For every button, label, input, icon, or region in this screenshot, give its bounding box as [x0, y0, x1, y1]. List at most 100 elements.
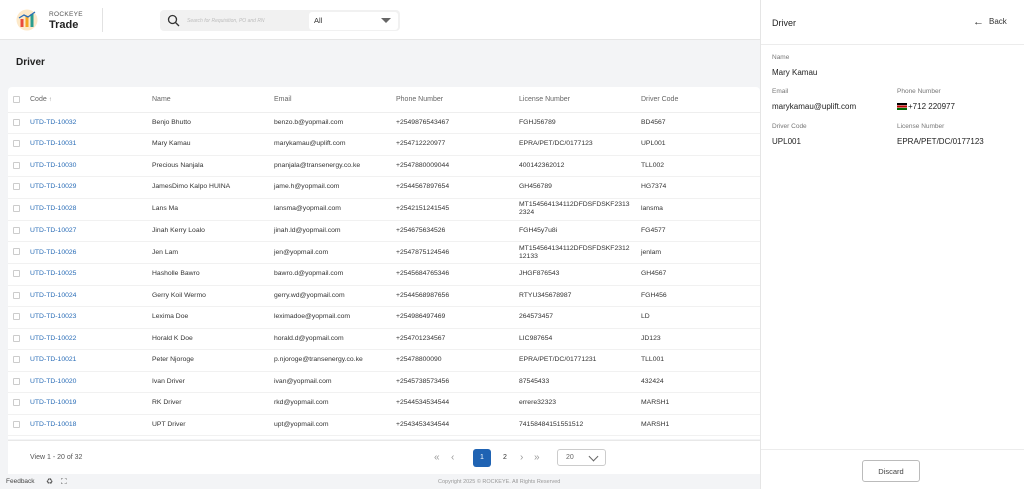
cell-license: EPRA/PET/DC/01771231 — [519, 349, 641, 372]
row-checkbox[interactable] — [13, 118, 20, 126]
row-checkbox[interactable] — [13, 270, 20, 278]
bottom-bar: Feedback ♻ ⛶ Copyright 2025 © ROCKEYE. A… — [0, 476, 760, 489]
search-filter-select[interactable]: All — [309, 12, 398, 30]
feedback-link[interactable]: Feedback — [6, 478, 35, 485]
cell-name: Precious Nanjala — [152, 155, 274, 177]
back-button[interactable]: ← Back — [973, 16, 1007, 28]
cell-name: Mary Kamau — [152, 133, 274, 156]
row-checkbox[interactable] — [13, 183, 20, 191]
row-checkbox[interactable] — [13, 356, 20, 364]
cell-code[interactable]: UTD-TD-10027 — [30, 220, 152, 242]
row-checkbox[interactable] — [13, 248, 20, 256]
table-row[interactable]: UTD-TD-10022 Horald K Doe horald.d@yopma… — [8, 328, 760, 350]
table-row[interactable]: UTD-TD-10030 Precious Nanjala pnanjala@t… — [8, 155, 760, 177]
select-all-checkbox[interactable] — [13, 95, 20, 103]
cell-code[interactable]: UTD-TD-10025 — [30, 263, 152, 286]
row-checkbox[interactable] — [13, 204, 20, 212]
table-header-row: Code ↑ Name Email Phone Number License N… — [8, 87, 760, 113]
row-checkbox[interactable] — [13, 399, 20, 407]
cell-phone: +2549876543467 — [396, 112, 519, 134]
cell-email: gerry.wd@yopmail.com — [274, 285, 396, 307]
page-size-select[interactable]: 20 — [557, 449, 606, 466]
cell-license: 264573457 — [519, 306, 641, 329]
cell-license-line: 2324 — [519, 209, 535, 216]
row-checkbox[interactable] — [13, 291, 20, 299]
cell-code[interactable]: UTD-TD-10018 — [30, 414, 152, 436]
page-1-button[interactable]: 1 — [473, 449, 491, 467]
fullscreen-icon[interactable]: ⛶ — [61, 477, 67, 487]
column-header-code[interactable]: Code ↑ — [30, 87, 152, 113]
first-page-icon[interactable]: « — [434, 452, 440, 463]
page-2-button[interactable]: 2 — [496, 449, 514, 467]
table-row[interactable]: UTD-TD-10027 Jinah Kerry Loalo jinah.ld@… — [8, 220, 760, 242]
cell-code[interactable]: UTD-TD-10030 — [30, 155, 152, 177]
email-label: Email — [772, 88, 789, 95]
table-row[interactable]: UTD-TD-10029 JamesDimo Kalpo HUINA jame.… — [8, 176, 760, 199]
table-row[interactable]: UTD-TD-10031 Mary Kamau marykamau@uplift… — [8, 133, 760, 156]
table-row[interactable]: UTD-TD-10020 Ivan Driver ivan@yopmail.co… — [8, 371, 760, 393]
column-header-name[interactable]: Name — [152, 87, 274, 113]
cell-code[interactable]: UTD-TD-10022 — [30, 328, 152, 350]
cell-code[interactable]: UTD-TD-10023 — [30, 306, 152, 329]
license-label: License Number — [897, 123, 945, 130]
search-input[interactable] — [187, 15, 307, 26]
cell-license-line: MT154564134112DFDSFDSKF2313 — [519, 201, 630, 208]
panel-header: Driver ← Back — [761, 0, 1024, 45]
cell-email: marykamau@uplift.com — [274, 133, 396, 156]
row-checkbox[interactable] — [13, 313, 20, 321]
table-row[interactable]: UTD-TD-10018 UPT Driver upt@yopmail.com … — [8, 414, 760, 436]
table-row[interactable]: UTD-TD-10024 Gerry Koil Wermo gerry.wd@y… — [8, 285, 760, 307]
table-row[interactable]: UTD-TD-10032 Benjo Bhutto benzo.b@yopmai… — [8, 112, 760, 134]
row-checkbox[interactable] — [13, 377, 20, 385]
row-checkbox[interactable] — [13, 226, 20, 234]
rockeye-logo-icon[interactable] — [16, 9, 38, 31]
table-row[interactable]: UTD-TD-10028 Lans Ma lansma@yopmail.com … — [8, 198, 760, 221]
cell-code[interactable]: UTD-TD-10026 — [30, 241, 152, 264]
kenya-flag-icon — [897, 103, 907, 110]
column-header-phone[interactable]: Phone Number — [396, 87, 519, 113]
cell-email: horald.d@yopmail.com — [274, 328, 396, 350]
cell-name: JamesDimo Kalpo HUINA — [152, 176, 274, 199]
cell-code[interactable]: UTD-TD-10029 — [30, 176, 152, 199]
cell-driver-code: jenlam — [641, 241, 760, 264]
cell-phone: +2544568987656 — [396, 285, 519, 307]
table-row[interactable]: UTD-TD-10021 Peter Njoroge p.njoroge@tra… — [8, 349, 760, 372]
cell-code[interactable]: UTD-TD-10019 — [30, 392, 152, 415]
next-page-icon[interactable]: › — [520, 452, 523, 463]
phone-number: +712 220977 — [908, 102, 955, 111]
cell-code[interactable]: UTD-TD-10031 — [30, 133, 152, 156]
cell-code[interactable]: UTD-TD-10021 — [30, 349, 152, 372]
cell-name: Horald K Doe — [152, 328, 274, 350]
cell-code[interactable]: UTD-TD-10032 — [30, 112, 152, 134]
cell-code[interactable]: UTD-TD-10020 — [30, 371, 152, 393]
cell-code[interactable]: UTD-TD-10028 — [30, 198, 152, 221]
cell-license: FGHJ56789 — [519, 112, 641, 134]
cell-code[interactable]: UTD-TD-10024 — [30, 285, 152, 307]
cell-name: Lans Ma — [152, 198, 274, 221]
cell-phone: +2547875124546 — [396, 241, 519, 264]
search-icon — [167, 14, 180, 27]
cell-email: lansma@yopmail.com — [274, 198, 396, 221]
refresh-icon[interactable]: ♻ — [46, 477, 53, 486]
cell-phone: +2542151241545 — [396, 198, 519, 221]
row-checkbox[interactable] — [13, 161, 20, 169]
phone-value: +712 220977 — [897, 102, 955, 111]
table-row[interactable]: UTD-TD-10023 Lexima Doe leximadoe@yopmai… — [8, 306, 760, 329]
table-row[interactable]: UTD-TD-10019 RK Driver rkd@yopmail.com +… — [8, 392, 760, 415]
prev-page-icon[interactable]: ‹ — [451, 452, 454, 463]
cell-license: 87545433 — [519, 371, 641, 393]
row-checkbox[interactable] — [13, 334, 20, 342]
row-checkbox[interactable] — [13, 140, 20, 148]
table-row[interactable]: UTD-TD-10026 Jen Lam jen@yopmail.com +25… — [8, 241, 760, 264]
last-page-icon[interactable]: » — [534, 452, 540, 463]
table-row[interactable]: UTD-TD-10025 Hasholle Bawro bawro.d@yopm… — [8, 263, 760, 286]
page-title: Driver — [16, 57, 45, 68]
column-header-driver-code[interactable]: Driver Code — [641, 87, 760, 113]
row-checkbox[interactable] — [13, 420, 20, 428]
discard-button[interactable]: Discard — [862, 460, 920, 482]
cell-driver-code: TLL002 — [641, 155, 760, 177]
column-header-email[interactable]: Email — [274, 87, 396, 113]
header-divider — [102, 8, 103, 32]
column-header-license[interactable]: License Number — [519, 87, 641, 113]
cell-name: Gerry Koil Wermo — [152, 285, 274, 307]
